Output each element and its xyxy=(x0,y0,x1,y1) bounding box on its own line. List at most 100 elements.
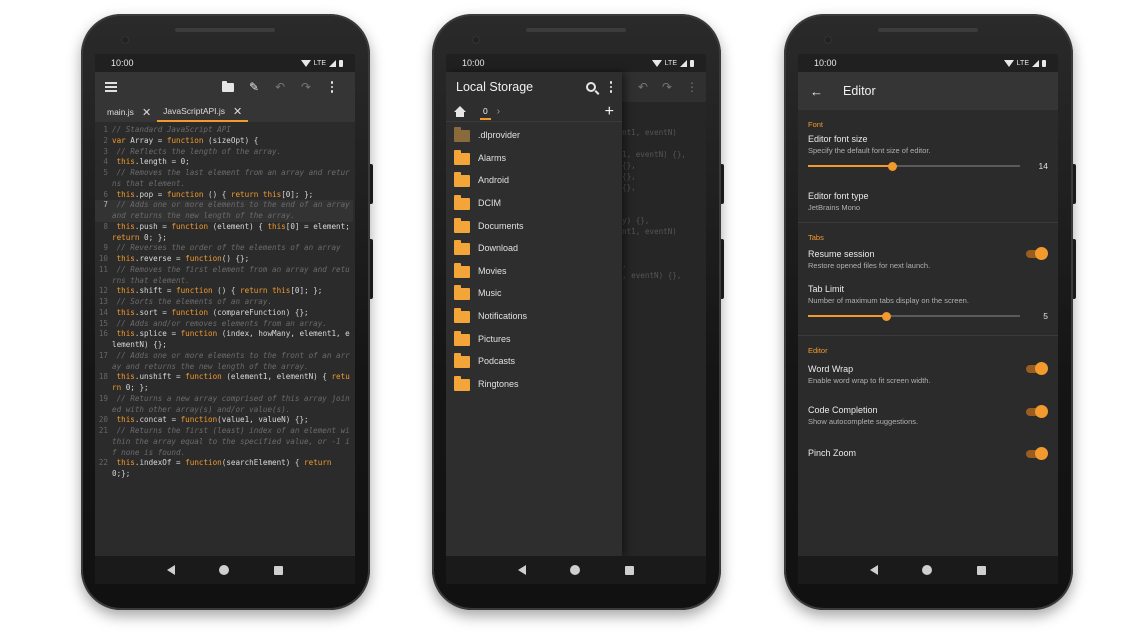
front-camera xyxy=(824,36,832,44)
font-size-slider[interactable] xyxy=(808,161,1020,171)
system-nav-bar xyxy=(95,556,355,584)
pref-subtitle: JetBrains Mono xyxy=(808,203,861,212)
dimmed-code-line: 1, eventN) {}, xyxy=(622,150,687,159)
word-wrap-toggle[interactable] xyxy=(1026,362,1048,375)
folder-item[interactable]: Music xyxy=(446,282,622,305)
slider-thumb[interactable] xyxy=(888,161,898,171)
recents-icon[interactable] xyxy=(624,565,634,575)
pref-subtitle: Enable word wrap to fit screen width. xyxy=(808,376,931,385)
home-icon[interactable] xyxy=(922,565,933,575)
code-text: this.pop = function () { return this[0];… xyxy=(116,189,314,199)
edit-button[interactable]: ✎ xyxy=(241,77,267,97)
more-vert-icon[interactable] xyxy=(609,81,612,93)
path-segment[interactable]: 0 xyxy=(480,104,491,120)
back-icon[interactable] xyxy=(518,565,527,575)
dimmed-code-line xyxy=(622,248,706,259)
search-icon[interactable] xyxy=(585,82,596,92)
recents-icon[interactable] xyxy=(273,565,283,575)
status-bar: 10:00 LTE xyxy=(798,54,1058,72)
close-icon[interactable]: ✕ xyxy=(233,105,242,118)
recents-icon[interactable] xyxy=(976,565,986,575)
pref-font-size[interactable]: Editor font size Specify the default fon… xyxy=(798,134,1058,177)
back-icon[interactable] xyxy=(167,565,176,575)
code-text: // Returns the first (least) index of an… xyxy=(112,426,350,457)
undo-icon: ↶ xyxy=(637,80,648,94)
folder-item[interactable]: Podcasts xyxy=(446,350,622,373)
pref-font-type[interactable]: Editor font type JetBrains Mono xyxy=(798,191,1058,212)
folder-name: Podcasts xyxy=(478,356,516,367)
code-line: 13 // Sorts the elements of an array. xyxy=(95,297,353,308)
wifi-icon xyxy=(300,59,311,67)
dimmed-code-line: , eventN) {}, xyxy=(622,271,682,280)
folder-item[interactable]: Alarms xyxy=(446,147,622,170)
code-line: 5 // Removes the last element from an ar… xyxy=(95,168,353,190)
pinch-zoom-toggle[interactable] xyxy=(1026,447,1048,460)
tab-limit-slider[interactable] xyxy=(808,311,1020,321)
wifi-icon xyxy=(1003,59,1014,67)
tab-label: main.js xyxy=(107,107,134,117)
editor-toolbar: ✎ ↶ ↷ xyxy=(95,72,355,102)
folder-button[interactable] xyxy=(215,77,241,97)
more-vert-icon: ⋮ xyxy=(686,80,698,94)
home-icon[interactable] xyxy=(219,565,230,575)
arrow-back-icon[interactable]: ← xyxy=(810,84,823,99)
speaker-grille xyxy=(175,28,275,32)
folder-item[interactable]: DCIM xyxy=(446,192,622,215)
phone-editor: 10:00 LTE ✎ ↶ ↷ main.js ✕ JavaScriptAPI.js… xyxy=(81,14,373,610)
home-folder-icon[interactable] xyxy=(454,106,466,117)
line-number: 18 xyxy=(98,372,108,382)
undo-button[interactable]: ↶ xyxy=(267,77,293,97)
line-number: 1 xyxy=(103,125,108,134)
folder-list: .dlprovider Alarms Android DCIM Documents Dow… xyxy=(446,122,622,395)
overflow-menu-button[interactable] xyxy=(319,77,345,97)
pref-code-completion[interactable]: Code Completion Show autocomplete sugges… xyxy=(798,405,1058,426)
add-icon[interactable]: + xyxy=(605,103,614,120)
close-icon[interactable]: ✕ xyxy=(142,106,151,119)
code-line: 14 this.sort = function (compareFunction… xyxy=(95,308,353,319)
tab-label: JavaScriptAPI.js xyxy=(163,106,226,116)
code-text: this.splice = function (index, howMany, … xyxy=(112,329,350,349)
battery-icon xyxy=(339,59,343,67)
pref-title: Code Completion xyxy=(808,405,878,415)
pref-pinch-zoom[interactable]: Pinch Zoom xyxy=(798,447,1058,460)
pref-tab-limit[interactable]: Tab Limit Number of maximum tabs display… xyxy=(798,284,1058,327)
pref-resume-session[interactable]: Resume session Restore opened files for … xyxy=(798,247,1058,270)
folder-item[interactable]: Download xyxy=(446,237,622,260)
dimmed-code-line: , xyxy=(622,260,627,269)
pref-title: Editor font size xyxy=(808,134,868,144)
speaker-grille xyxy=(878,28,978,32)
resume-session-toggle[interactable] xyxy=(1026,247,1048,260)
folder-item[interactable]: Documents xyxy=(446,214,622,237)
code-line: 12 this.shift = function () { return thi… xyxy=(95,286,353,297)
line-number: 20 xyxy=(98,415,108,425)
tab-file[interactable]: main.js ✕ xyxy=(101,102,157,122)
folder-item[interactable]: Pictures xyxy=(446,327,622,350)
back-icon[interactable] xyxy=(870,565,879,575)
code-line: 7 // Adds one or more elements to the en… xyxy=(95,200,353,222)
tab-limit-value: 5 xyxy=(1043,311,1048,321)
redo-button[interactable]: ↷ xyxy=(293,77,319,97)
pref-subtitle: Show autocomplete suggestions. xyxy=(808,417,919,426)
dimmed-code-line: nt1, eventN) xyxy=(622,227,677,236)
menu-icon[interactable] xyxy=(105,82,117,92)
folder-item[interactable]: Notifications xyxy=(446,305,622,328)
folder-icon xyxy=(454,127,470,143)
tab-file[interactable]: JavaScriptAPI.js ✕ xyxy=(157,102,249,122)
folder-item[interactable]: Ringtones xyxy=(446,373,622,396)
home-icon[interactable] xyxy=(570,565,581,575)
pref-word-wrap[interactable]: Word Wrap Enable word wrap to fit screen… xyxy=(798,362,1058,385)
pencil-icon: ✎ xyxy=(248,80,260,94)
line-number: 5 xyxy=(103,168,108,177)
folder-item[interactable]: Android xyxy=(446,169,622,192)
volume-button xyxy=(370,239,373,299)
settings-title: Editor xyxy=(843,84,876,98)
system-nav-bar xyxy=(446,556,706,584)
folder-item[interactable]: Movies xyxy=(446,260,622,283)
folder-name: Notifications xyxy=(478,311,528,322)
code-editor[interactable]: 1 // Standard JavaScript API 2 var Array = … xyxy=(95,122,355,556)
slider-thumb[interactable] xyxy=(881,311,891,321)
code-text: // Removes the last element from an arra… xyxy=(112,168,350,188)
folder-item[interactable]: .dlprovider xyxy=(446,124,622,147)
settings-list: Font Editor font size Specify the defaul… xyxy=(798,110,1058,556)
code-completion-toggle[interactable] xyxy=(1026,405,1048,418)
